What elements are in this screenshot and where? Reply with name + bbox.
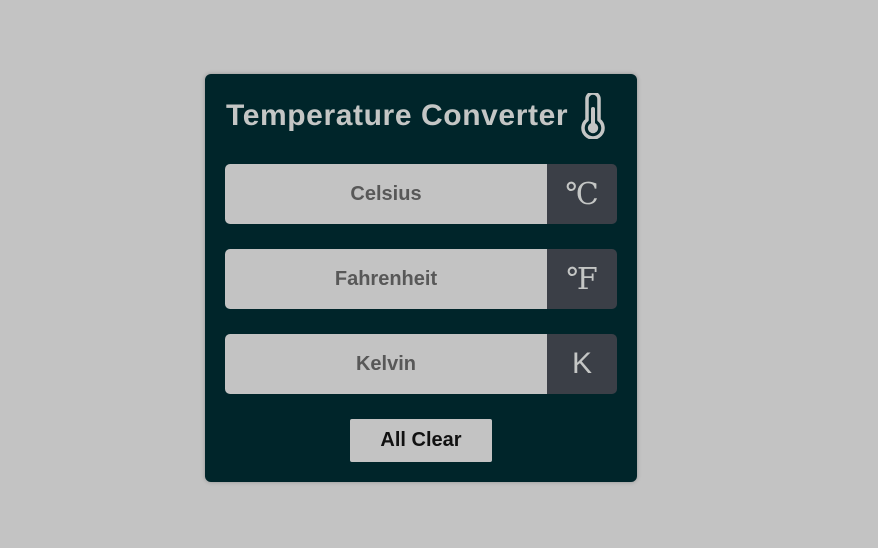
page-title: Temperature Converter [226,99,569,132]
celsius-input[interactable] [225,164,547,224]
all-clear-button[interactable]: All Clear [350,419,492,462]
kelvin-input[interactable] [225,334,547,394]
kelvin-field-group: K [225,334,617,394]
fahrenheit-field-group: ℉ [225,249,617,309]
fahrenheit-unit-label: ℉ [547,249,617,309]
celsius-field-group: ℃ [225,164,617,224]
converter-card: Temperature Converter ℃ ℉ K All Clear [205,74,637,482]
header: Temperature Converter [226,93,608,139]
kelvin-unit-label: K [547,334,617,394]
thermometer-icon [581,93,605,139]
celsius-unit-label: ℃ [547,164,617,224]
fahrenheit-input[interactable] [225,249,547,309]
